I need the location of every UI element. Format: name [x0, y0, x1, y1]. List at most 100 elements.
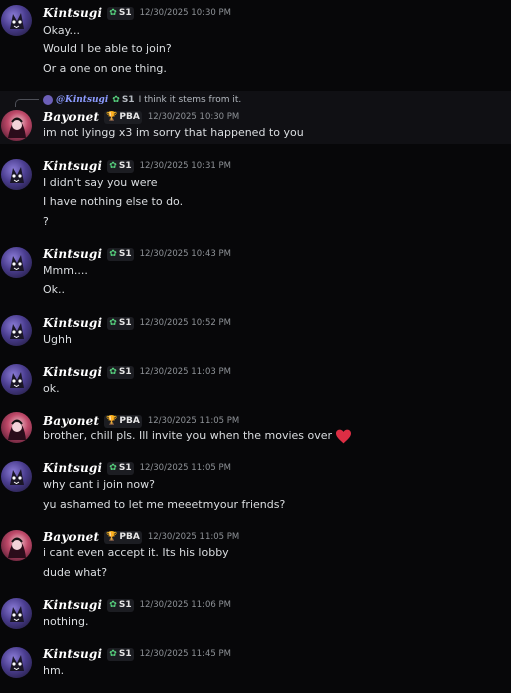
- reply-text: I think it stems from it.: [138, 94, 242, 105]
- role-badge[interactable]: 🏆 PBA: [104, 110, 142, 124]
- message-group[interactable]: Kintsugi ✿ S1 12/30/2025 10:31 PM I didn'…: [0, 157, 511, 237]
- username[interactable]: Kintsugi: [43, 159, 102, 173]
- message-line: dude what?: [43, 566, 108, 579]
- s1-badge-icon: ✿: [109, 462, 117, 473]
- reply-badge-label: S1: [121, 94, 135, 105]
- timestamp[interactable]: 12/30/2025 10:30 PM: [148, 112, 239, 122]
- heart-icon: [336, 429, 352, 443]
- reply-mention[interactable]: @Kintsugi: [56, 95, 108, 105]
- role-badge[interactable]: 🏆 PBA: [104, 530, 142, 544]
- reply-avatar: [43, 94, 53, 105]
- avatar[interactable]: [1, 461, 32, 492]
- avatar[interactable]: [1, 110, 32, 141]
- role-badge[interactable]: 🏆 PBA: [104, 414, 142, 428]
- message-group[interactable]: Kintsugi ✿ S1 12/30/2025 10:43 PM Mmm....…: [0, 245, 511, 301]
- username[interactable]: Kintsugi: [43, 6, 102, 20]
- message-line: Ughh: [43, 333, 72, 346]
- message-group[interactable]: Kintsugi ✿ S1 12/30/2025 10:52 PM Ughh: [0, 314, 511, 352]
- message-group[interactable]: Kintsugi ✿ S1 12/30/2025 11:06 PM nothing…: [0, 596, 511, 634]
- role-badge-label: S1: [118, 600, 132, 610]
- avatar[interactable]: [1, 364, 32, 395]
- message-line: yu ashamed to let me meeetmyour friends?: [43, 498, 286, 511]
- username[interactable]: Kintsugi: [43, 647, 102, 661]
- avatar[interactable]: [1, 530, 32, 561]
- timestamp[interactable]: 12/30/2025 11:45 PM: [140, 649, 231, 659]
- message-line: brother, chill pls. Ill invite you when …: [43, 428, 352, 444]
- timestamp[interactable]: 12/30/2025 10:30 PM: [140, 8, 231, 18]
- username[interactable]: Bayonet: [43, 110, 99, 124]
- message-line: Would I be able to join?: [43, 42, 172, 55]
- username[interactable]: Kintsugi: [43, 461, 102, 475]
- message-line: I didn't say you were: [43, 176, 158, 189]
- message-group[interactable]: Bayonet 🏆 PBA 12/30/2025 11:05 PM brother…: [0, 410, 511, 452]
- timestamp[interactable]: 12/30/2025 10:31 PM: [140, 161, 231, 171]
- username[interactable]: Bayonet: [43, 414, 99, 428]
- timestamp[interactable]: 12/30/2025 11:05 PM: [148, 416, 239, 426]
- avatar[interactable]: [1, 647, 32, 678]
- avatar[interactable]: [1, 598, 32, 629]
- role-badge-label: S1: [118, 161, 132, 171]
- chat-log: Kintsugi ✿ S1 12/30/2025 10:30 PM Okay...…: [0, 0, 511, 693]
- username[interactable]: Kintsugi: [43, 247, 102, 261]
- role-badge[interactable]: ✿ S1: [107, 6, 134, 20]
- avatar[interactable]: [1, 315, 32, 346]
- timestamp[interactable]: 12/30/2025 11:03 PM: [140, 367, 231, 377]
- message-line: nothing.: [43, 615, 89, 628]
- s1-badge-icon: ✿: [109, 366, 117, 377]
- trophy-icon: 🏆: [106, 531, 118, 542]
- message-group[interactable]: Kintsugi ✿ S1 12/30/2025 10:30 PM Okay...…: [0, 0, 511, 84]
- role-badge[interactable]: ✿ S1: [107, 159, 134, 173]
- username[interactable]: Kintsugi: [43, 598, 102, 612]
- trophy-icon: 🏆: [106, 415, 118, 426]
- username[interactable]: Kintsugi: [43, 365, 102, 379]
- timestamp[interactable]: 12/30/2025 11:05 PM: [140, 463, 231, 473]
- role-badge[interactable]: ✿ S1: [107, 461, 134, 475]
- reply-preview[interactable]: @Kintsugi ✿ S1 I think it stems from it.: [43, 93, 241, 106]
- avatar[interactable]: [1, 159, 32, 190]
- message-group[interactable]: Kintsugi ✿ S1 12/30/2025 11:03 PM ok.: [0, 362, 511, 400]
- s1-badge-icon: ✿: [112, 94, 120, 105]
- role-badge[interactable]: ✿ S1: [107, 647, 134, 661]
- s1-badge-icon: ✿: [109, 317, 117, 328]
- s1-badge-icon: ✿: [109, 7, 117, 18]
- s1-badge-icon: ✿: [109, 248, 117, 259]
- message-line: ?: [43, 215, 49, 228]
- message-group[interactable]: Bayonet 🏆 PBA 12/30/2025 11:05 PM i cant …: [0, 528, 511, 588]
- message-group[interactable]: Kintsugi ✿ S1 12/30/2025 11:05 PM why can…: [0, 459, 511, 519]
- message-line: Or a one on one thing.: [43, 62, 167, 75]
- role-badge-label: S1: [118, 649, 132, 659]
- timestamp[interactable]: 12/30/2025 11:05 PM: [148, 532, 239, 542]
- role-badge[interactable]: ✿ S1: [107, 598, 134, 612]
- role-badge-label: PBA: [119, 112, 140, 122]
- role-badge-label: S1: [118, 463, 132, 473]
- role-badge-label: PBA: [119, 416, 140, 426]
- timestamp[interactable]: 12/30/2025 10:52 PM: [140, 318, 231, 328]
- message-group[interactable]: @Kintsugi ✿ S1 I think it stems from it. …: [0, 91, 511, 144]
- avatar[interactable]: [1, 412, 32, 443]
- reply-badge: ✿ S1: [112, 95, 134, 105]
- role-badge-label: S1: [118, 8, 132, 18]
- message-line: hm.: [43, 664, 65, 677]
- message-line: im not lyingg x3 im sorry that happened …: [43, 126, 304, 139]
- avatar[interactable]: [1, 5, 32, 36]
- s1-badge-icon: ✿: [109, 599, 117, 610]
- message-text: brother, chill pls. Ill invite you when …: [43, 429, 333, 442]
- role-badge[interactable]: ✿ S1: [107, 247, 134, 261]
- role-badge-label: S1: [118, 367, 132, 377]
- role-badge[interactable]: ✿ S1: [107, 316, 134, 330]
- reply-connector: [15, 99, 39, 107]
- message-line: i cant even accept it. Its his lobby: [43, 546, 229, 559]
- message-line: I have nothing else to do.: [43, 195, 184, 208]
- message-line: why cant i join now?: [43, 478, 155, 491]
- username[interactable]: Bayonet: [43, 530, 99, 544]
- timestamp[interactable]: 12/30/2025 11:06 PM: [140, 600, 231, 610]
- message-group[interactable]: Kintsugi ✿ S1 12/30/2025 11:45 PM hm.: [0, 645, 511, 683]
- s1-badge-icon: ✿: [109, 160, 117, 171]
- username[interactable]: Kintsugi: [43, 316, 102, 330]
- role-badge-label: S1: [118, 318, 132, 328]
- timestamp[interactable]: 12/30/2025 10:43 PM: [140, 249, 231, 259]
- role-badge[interactable]: ✿ S1: [107, 365, 134, 379]
- message-line: Mmm....: [43, 264, 88, 277]
- avatar[interactable]: [1, 247, 32, 278]
- message-line: ok.: [43, 382, 60, 395]
